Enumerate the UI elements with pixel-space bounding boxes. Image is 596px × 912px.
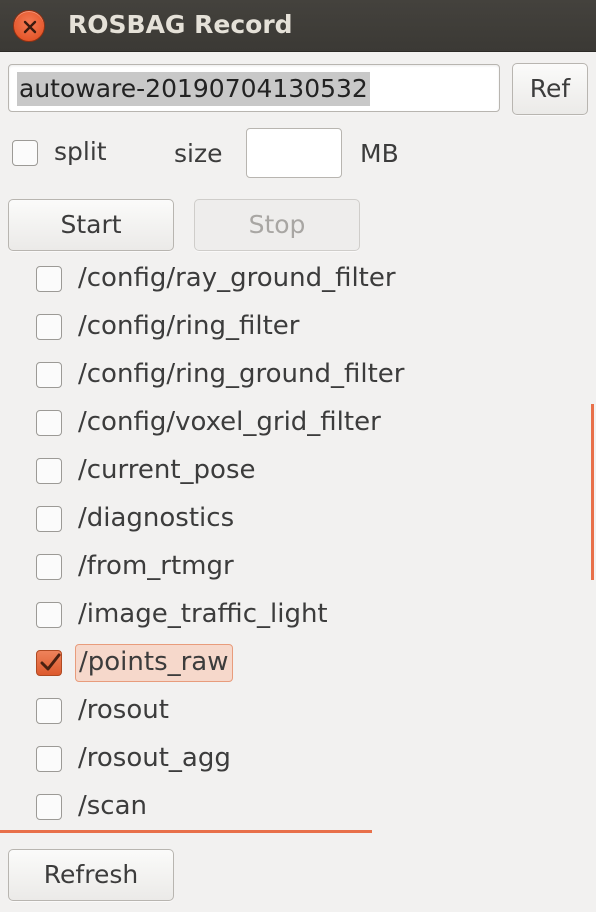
topic-checkbox[interactable] xyxy=(36,266,62,292)
filename-input[interactable]: autoware-20190704130532 xyxy=(8,64,500,112)
vertical-scroll-indicator[interactable] xyxy=(591,404,594,580)
size-unit-label: MB xyxy=(360,139,399,168)
topic-row[interactable]: /rosout xyxy=(0,686,560,734)
topic-row[interactable]: /config/ring_filter xyxy=(0,302,560,350)
topic-checkbox[interactable] xyxy=(36,506,62,532)
topic-checkbox[interactable] xyxy=(36,794,62,820)
topic-checkbox[interactable] xyxy=(36,554,62,580)
topic-label[interactable]: /rosout xyxy=(75,692,172,730)
topic-label[interactable]: /config/ray_ground_filter xyxy=(75,260,399,298)
topic-checkbox[interactable] xyxy=(36,698,62,724)
topic-checkbox[interactable] xyxy=(36,410,62,436)
checkmark-icon xyxy=(40,653,61,671)
close-icon xyxy=(23,20,37,34)
horizontal-scroll-indicator[interactable] xyxy=(0,830,372,833)
size-input[interactable] xyxy=(246,128,342,178)
topic-label[interactable]: /image_traffic_light xyxy=(75,596,331,634)
topic-label[interactable]: /config/ring_filter xyxy=(75,308,302,346)
topic-checkbox[interactable] xyxy=(36,314,62,340)
split-label: split xyxy=(54,137,107,166)
topic-label[interactable]: /config/ring_ground_filter xyxy=(75,356,407,394)
split-checkbox[interactable] xyxy=(12,140,38,166)
topic-row[interactable]: /current_pose xyxy=(0,446,560,494)
topic-label[interactable]: /rosout_agg xyxy=(75,740,234,778)
topic-checkbox[interactable] xyxy=(36,746,62,772)
title-bar: ROSBAG Record xyxy=(0,0,596,52)
topic-row[interactable]: /points_raw xyxy=(0,638,560,686)
topic-label[interactable]: /diagnostics xyxy=(75,500,237,538)
topic-label[interactable]: /current_pose xyxy=(75,452,259,490)
size-label: size xyxy=(174,139,223,168)
close-button[interactable] xyxy=(13,10,45,42)
topic-row[interactable]: /rosout_agg xyxy=(0,734,560,782)
filename-value: autoware-20190704130532 xyxy=(17,72,370,106)
topic-row[interactable]: /diagnostics xyxy=(0,494,560,542)
stop-button[interactable]: Stop xyxy=(194,199,360,251)
topic-row[interactable]: /from_rtmgr xyxy=(0,542,560,590)
topic-label[interactable]: /from_rtmgr xyxy=(75,548,237,586)
window-title: ROSBAG Record xyxy=(68,10,293,39)
topic-row[interactable]: /config/voxel_grid_filter xyxy=(0,398,560,446)
topic-label[interactable]: /points_raw xyxy=(75,644,233,682)
topic-checkbox[interactable] xyxy=(36,458,62,484)
topic-row[interactable]: /config/ring_ground_filter xyxy=(0,350,560,398)
ref-button[interactable]: Ref xyxy=(512,63,588,115)
topic-row[interactable]: /config/ray_ground_filter xyxy=(0,254,560,302)
refresh-button[interactable]: Refresh xyxy=(8,849,174,901)
topic-row[interactable]: /scan xyxy=(0,782,560,830)
topic-checkbox[interactable] xyxy=(36,362,62,388)
rosbag-record-window: ROSBAG Record autoware-20190704130532 Re… xyxy=(0,0,596,912)
topic-checkbox-checked[interactable] xyxy=(36,650,62,676)
topic-label[interactable]: /config/voxel_grid_filter xyxy=(75,404,384,442)
topic-label[interactable]: /scan xyxy=(75,788,150,826)
start-button[interactable]: Start xyxy=(8,199,174,251)
topic-checkbox[interactable] xyxy=(36,602,62,628)
topic-row[interactable]: /image_traffic_light xyxy=(0,590,560,638)
